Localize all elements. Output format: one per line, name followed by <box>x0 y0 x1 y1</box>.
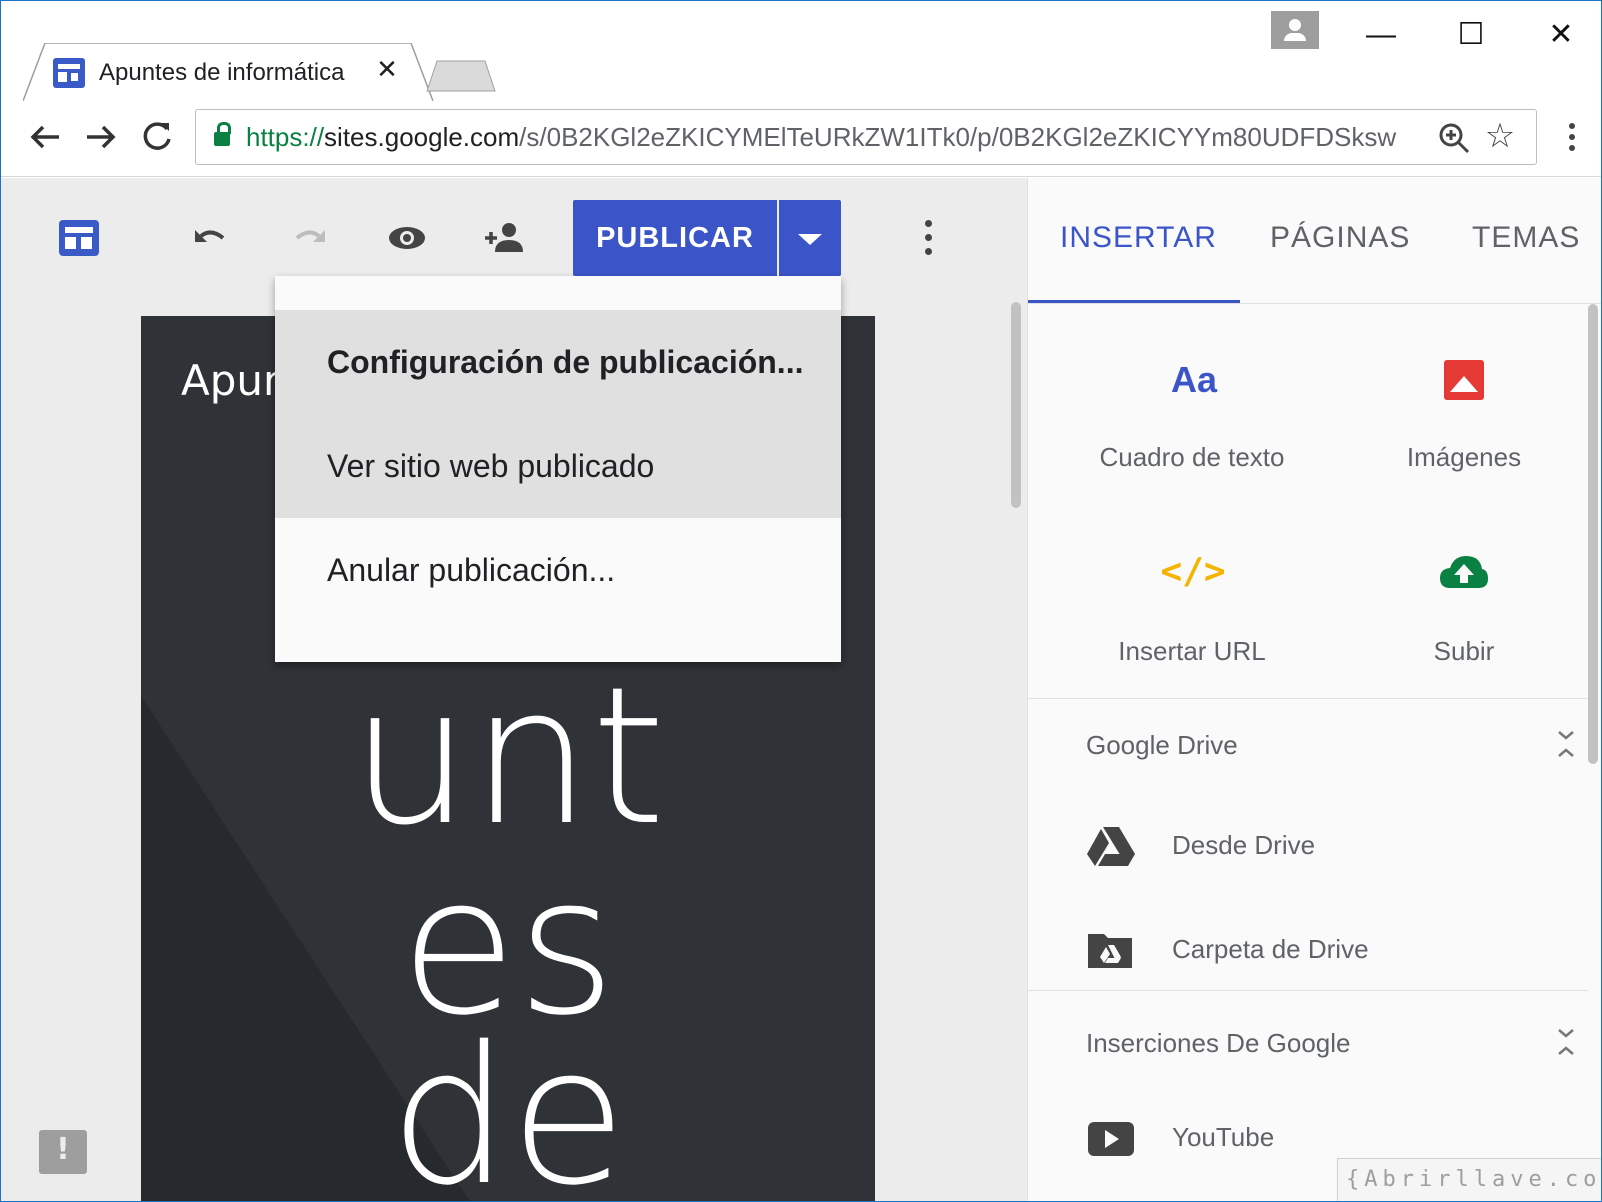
site-heading-line: unt <box>350 646 666 867</box>
side-panel: INSERTAR PÁGINAS TEMAS Aa Cuadro de text… <box>1027 178 1601 1201</box>
collapse-icon[interactable] <box>1554 726 1578 762</box>
list-item-label: Desde Drive <box>1172 830 1316 860</box>
publish-menu: Configuración de publicación... Ver siti… <box>275 276 841 662</box>
publish-dropdown-button[interactable] <box>779 200 841 276</box>
url-host: sites.google.com <box>324 122 520 152</box>
star-icon[interactable]: ☆ <box>1480 116 1520 156</box>
menu-item-unpublish[interactable]: Anular publicación... <box>275 518 841 622</box>
tile-label: Insertar URL <box>1118 636 1266 666</box>
youtube-icon <box>1088 1122 1134 1156</box>
tile-label: Cuadro de texto <box>1099 442 1285 472</box>
menu-item-publish-settings[interactable]: Configuración de publicación... <box>275 310 841 414</box>
navigation-bar: https://sites.google.com/s/0B2KGl2eZKICY… <box>1 101 1601 177</box>
undo-icon[interactable] <box>187 214 235 262</box>
cloud-upload-icon <box>1440 556 1488 588</box>
tab-themes[interactable]: TEMAS <box>1472 208 1580 268</box>
url-scheme: https:// <box>246 122 325 152</box>
site-heading-line: de <box>389 1006 627 1202</box>
profile-icon[interactable] <box>1271 11 1319 49</box>
insert-images[interactable]: Imágenes <box>1334 350 1594 500</box>
feedback-icon[interactable] <box>39 1130 87 1174</box>
menu-icon[interactable] <box>1557 115 1587 159</box>
editor-area: PUBLICAR Apun unt es de Configuración de… <box>1 178 1027 1202</box>
tab-close-icon[interactable]: ✕ <box>373 55 401 83</box>
new-tab-button[interactable] <box>425 59 497 93</box>
tab-pages[interactable]: PÁGINAS <box>1270 208 1410 268</box>
site-title-partial: Apun <box>181 356 290 405</box>
menu-item-view-published[interactable]: Ver sitio web publicado <box>275 414 841 518</box>
insert-url[interactable]: </> Insertar URL <box>1062 544 1322 694</box>
browser-tab[interactable]: Apuntes de informática ✕ <box>23 43 443 101</box>
panel-scrollbar[interactable] <box>1588 304 1598 764</box>
url-text[interactable]: https://sites.google.com/s/0B2KGl2eZKICY… <box>246 122 1396 153</box>
tab-insert[interactable]: INSERTAR <box>1060 208 1217 268</box>
sites-app: PUBLICAR Apun unt es de Configuración de… <box>1 178 1601 1202</box>
title-bar: Apuntes de informática ✕ — ☐ ✕ <box>1 1 1601 101</box>
tab-title: Apuntes de informática <box>99 59 345 86</box>
section-divider <box>1028 990 1588 991</box>
tile-label: Subir <box>1433 636 1495 666</box>
section-title-google-embeds[interactable]: Inserciones De Google <box>1086 1028 1350 1059</box>
section-divider <box>1028 698 1588 699</box>
publish-button[interactable]: PUBLICAR <box>573 200 777 276</box>
drive-folder-icon <box>1088 934 1132 968</box>
tab-divider <box>1028 303 1601 304</box>
add-person-icon[interactable] <box>481 214 529 262</box>
watermark-text: {Abrirllave.com <box>1337 1158 1601 1201</box>
list-item-label: YouTube <box>1172 1122 1275 1152</box>
text-box-icon: Aa <box>1170 359 1218 400</box>
list-item-label: Carpeta de Drive <box>1172 934 1369 964</box>
insert-upload[interactable]: Subir <box>1334 544 1594 694</box>
address-bar[interactable]: https://sites.google.com/s/0B2KGl2eZKICY… <box>195 109 1537 165</box>
browser-window: Apuntes de informática ✕ — ☐ ✕ https://s… <box>0 0 1602 1202</box>
insert-text-box[interactable]: Aa Cuadro de texto <box>1062 350 1322 500</box>
list-item-drive[interactable]: Desde Drive <box>1028 806 1588 886</box>
section-title-google-drive[interactable]: Google Drive <box>1086 730 1238 761</box>
sites-logo-icon[interactable] <box>59 220 99 256</box>
more-vert-icon[interactable] <box>913 214 943 262</box>
maximize-button[interactable]: ☐ <box>1441 15 1501 55</box>
url-path: /s/0B2KGl2eZKICYMElTeURkZW1ITk0/p/0B2KGl… <box>519 122 1397 152</box>
embed-code-icon: </> <box>1160 551 1226 592</box>
zoom-icon[interactable] <box>1436 120 1472 156</box>
image-icon <box>1444 360 1484 400</box>
lock-icon <box>214 122 231 146</box>
list-item-drive-folder[interactable]: Carpeta de Drive <box>1028 910 1588 990</box>
drive-icon <box>1087 827 1135 866</box>
redo-icon[interactable] <box>285 214 333 262</box>
editor-scrollbar[interactable] <box>1011 302 1021 508</box>
back-icon[interactable] <box>23 115 67 159</box>
reload-icon[interactable] <box>135 115 179 159</box>
tile-label: Imágenes <box>1406 442 1522 472</box>
close-window-button[interactable]: ✕ <box>1531 15 1591 55</box>
sites-favicon-icon <box>53 58 85 88</box>
preview-icon[interactable] <box>383 214 431 262</box>
collapse-icon[interactable] <box>1554 1024 1578 1060</box>
forward-icon[interactable] <box>79 115 123 159</box>
minimize-button[interactable]: — <box>1351 15 1411 55</box>
